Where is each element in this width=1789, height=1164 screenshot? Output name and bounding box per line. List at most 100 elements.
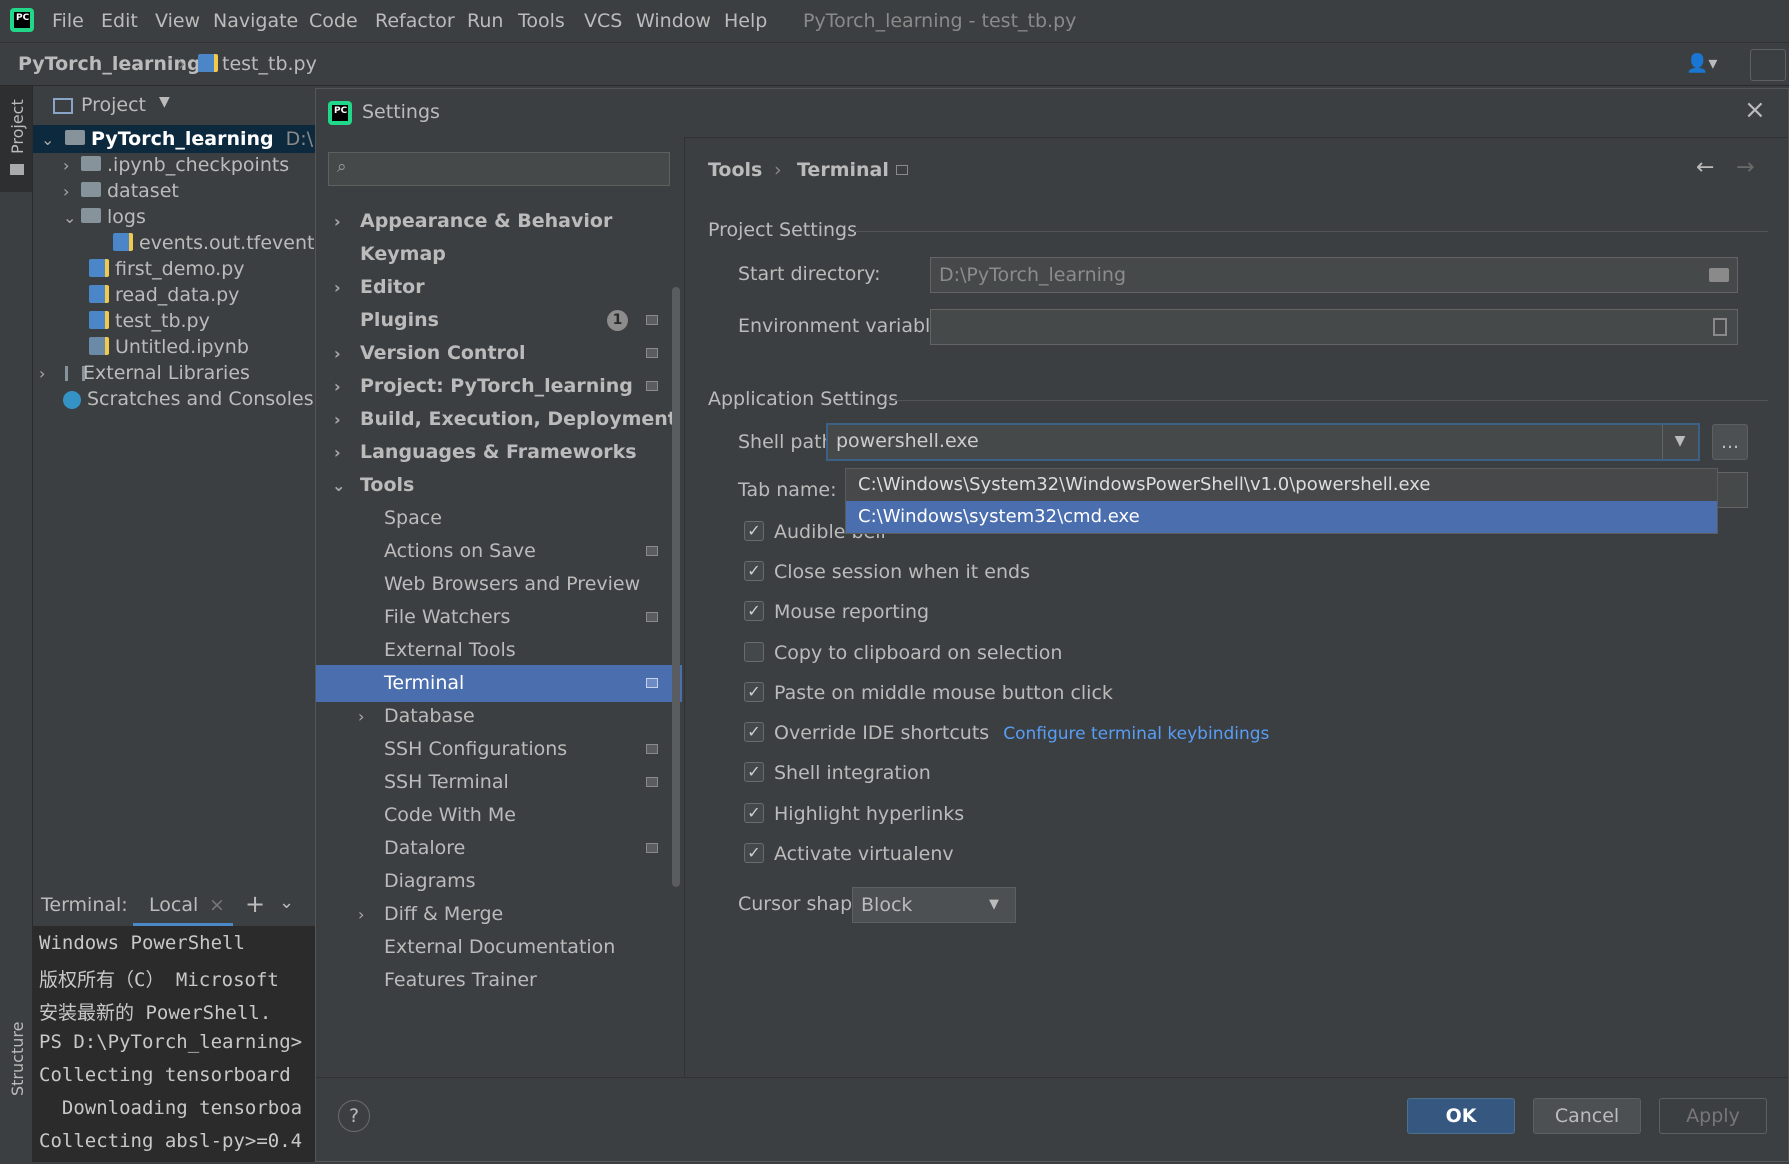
tree-item[interactable]: › External Libraries	[39, 359, 250, 387]
configure-keybindings-link[interactable]: Configure terminal keybindings	[1003, 724, 1269, 744]
override-ide-shortcuts-checkbox[interactable]: ✓ Override IDE shortcuts Configure termina…	[744, 718, 1269, 748]
menu-edit[interactable]: Edit	[101, 10, 138, 32]
tree-item[interactable]: ⌄ logs	[63, 203, 146, 231]
chevron-down-icon[interactable]: ▼	[989, 888, 999, 922]
sidebar-item-file-watchers[interactable]: File Watchers	[316, 599, 682, 636]
chevron-down-icon[interactable]: ▼	[159, 94, 170, 110]
sidebar-item-datalore[interactable]: Datalore	[316, 830, 682, 867]
shell-option-powershell[interactable]: C:\Windows\System32\WindowsPowerShell\v1…	[846, 469, 1717, 501]
sidebar-item-web-browsers[interactable]: Web Browsers and Preview	[316, 566, 682, 603]
sidebar-item-database[interactable]: › Database	[316, 698, 682, 735]
chevron-down-icon[interactable]: ⌄	[41, 126, 59, 154]
sidebar-item-version-control[interactable]: › Version Control	[316, 335, 682, 372]
chevron-down-icon[interactable]: ▼	[1662, 425, 1697, 459]
menu-navigate[interactable]: Navigate	[213, 10, 298, 32]
browse-shell-button[interactable]: ...	[1712, 424, 1748, 460]
menu-tools[interactable]: Tools	[518, 10, 565, 32]
chevron-down-icon[interactable]: ⌄	[63, 204, 81, 232]
tree-root[interactable]: ⌄ PyTorch_learning D:\PyT	[33, 125, 315, 153]
tree-item[interactable]: first_demo.py	[89, 255, 245, 283]
sidebar-item-editor[interactable]: › Editor	[316, 269, 682, 306]
chevron-right-icon[interactable]: ›	[63, 152, 81, 180]
folder-browse-icon[interactable]	[1709, 268, 1729, 282]
menu-vcs[interactable]: VCS	[584, 10, 622, 32]
sidebar-item-space[interactable]: Space	[316, 500, 682, 537]
sidebar-scrollbar[interactable]	[672, 287, 680, 887]
close-icon[interactable]: ×	[209, 894, 225, 916]
checkmark-icon[interactable]: ✓	[744, 681, 764, 702]
sidebar-item-tools[interactable]: ⌄ Tools	[316, 467, 682, 504]
sidebar-item-terminal[interactable]: Terminal	[316, 665, 682, 702]
sidebar-item-keymap[interactable]: Keymap	[316, 236, 682, 273]
sidebar-item-code-with-me[interactable]: Code With Me	[316, 797, 682, 834]
menu-code[interactable]: Code	[309, 10, 358, 32]
sidebar-item-ssh-terminal[interactable]: SSH Terminal	[316, 764, 682, 801]
structure-stripe-label[interactable]: Structure	[8, 1022, 27, 1096]
activate-virtualenv-checkbox[interactable]: ✓ Activate virtualenv	[744, 839, 954, 869]
checkmark-icon[interactable]: ✓	[744, 842, 764, 863]
checkmark-icon[interactable]: ✓	[744, 600, 764, 621]
breadcrumb-project[interactable]: PyTorch_learning	[18, 53, 201, 75]
close-icon[interactable]: ×	[1744, 95, 1766, 125]
environment-variables-field[interactable]	[930, 309, 1738, 345]
breadcrumb-file[interactable]: test_tb.py	[222, 53, 317, 75]
sidebar-item-external-tools[interactable]: External Tools	[316, 632, 682, 669]
sidebar-item-features-trainer[interactable]: Features Trainer	[316, 962, 682, 999]
shell-integration-checkbox[interactable]: ✓ Shell integration	[744, 758, 931, 788]
menu-help[interactable]: Help	[724, 10, 767, 32]
menu-view[interactable]: View	[155, 10, 200, 32]
checkmark-icon[interactable]: ✓	[744, 560, 764, 581]
start-directory-field[interactable]: D:\PyTorch_learning	[930, 257, 1738, 293]
copy-on-selection-checkbox[interactable]: Copy to clipboard on selection	[744, 638, 1062, 668]
project-view-selector[interactable]: Project	[81, 94, 146, 116]
checkmark-icon[interactable]: ✓	[744, 761, 764, 782]
sidebar-item-ssh-configurations[interactable]: SSH Configurations	[316, 731, 682, 768]
sidebar-item-plugins[interactable]: Plugins 1	[316, 302, 682, 339]
sidebar-item-actions-on-save[interactable]: Actions on Save	[316, 533, 682, 570]
sidebar-item-diagrams[interactable]: Diagrams	[316, 863, 682, 900]
tree-item[interactable]: › dataset	[63, 177, 179, 205]
sidebar-item-build[interactable]: › Build, Execution, Deployment	[316, 401, 682, 438]
shell-path-combobox[interactable]: powershell.exe ▼	[826, 423, 1700, 461]
checkmark-icon[interactable]: ✓	[744, 520, 764, 541]
menu-file[interactable]: File	[52, 10, 84, 32]
chevron-right-icon[interactable]: ›	[39, 360, 57, 388]
shell-option-cmd[interactable]: C:\Windows\system32\cmd.exe	[846, 501, 1717, 533]
back-arrow-icon[interactable]: ←	[1696, 155, 1714, 180]
tree-item[interactable]: events.out.tfevents.	[113, 229, 315, 257]
close-session-checkbox[interactable]: ✓ Close session when it ends	[744, 557, 1030, 587]
settings-search-input[interactable]: ⌕	[328, 152, 670, 186]
tree-item[interactable]: › .ipynb_checkpoints	[63, 151, 289, 179]
tree-item[interactable]: Scratches and Consoles	[63, 385, 314, 413]
tree-item[interactable]: read_data.py	[89, 281, 239, 309]
apply-button[interactable]: Apply	[1659, 1098, 1767, 1134]
sidebar-item-languages[interactable]: › Languages & Frameworks	[316, 434, 682, 471]
mouse-reporting-checkbox[interactable]: ✓ Mouse reporting	[744, 597, 929, 627]
menu-window[interactable]: Window	[636, 10, 711, 32]
sidebar-item-appearance[interactable]: › Appearance & Behavior	[316, 203, 682, 240]
checkmark-icon[interactable]: ✓	[744, 721, 764, 742]
sidebar-item-external-documentation[interactable]: External Documentation	[316, 929, 682, 966]
project-tool-button[interactable]: Project	[0, 86, 32, 192]
menu-run[interactable]: Run	[467, 10, 503, 32]
paste-middle-click-checkbox[interactable]: ✓ Paste on middle mouse button click	[744, 678, 1113, 708]
user-account-icon[interactable]: 👤▾	[1686, 53, 1717, 74]
menu-refactor[interactable]: Refactor	[375, 10, 455, 32]
highlight-hyperlinks-checkbox[interactable]: ✓ Highlight hyperlinks	[744, 799, 964, 829]
python-interpreter-icon[interactable]	[1750, 49, 1786, 81]
empty-checkbox-icon[interactable]	[744, 641, 764, 662]
terminal-tab-local[interactable]: Local ×	[133, 884, 233, 926]
chevron-right-icon[interactable]: ›	[63, 178, 81, 206]
checkmark-icon[interactable]: ✓	[744, 802, 764, 823]
add-tab-icon[interactable]: +	[245, 890, 265, 918]
tree-item[interactable]: Untitled.ipynb	[89, 333, 249, 361]
sidebar-item-project[interactable]: › Project: PyTorch_learning	[316, 368, 682, 405]
sidebar-item-diff-merge[interactable]: › Diff & Merge	[316, 896, 682, 933]
ok-button[interactable]: OK	[1407, 1098, 1515, 1134]
breadcrumb-parent[interactable]: Tools	[708, 159, 762, 181]
edit-variables-icon[interactable]	[1713, 318, 1727, 336]
cursor-shape-select[interactable]: Block ▼	[852, 887, 1016, 923]
cancel-button[interactable]: Cancel	[1533, 1098, 1641, 1134]
tree-item[interactable]: test_tb.py	[89, 307, 210, 335]
help-button[interactable]: ?	[338, 1100, 370, 1132]
